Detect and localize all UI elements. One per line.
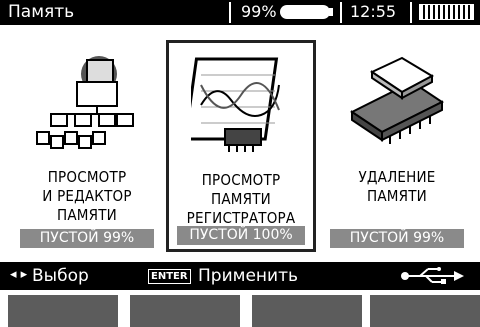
card-view-edit-memory[interactable]: ПРОСМОТР И РЕДАКТОР ПАМЯТИ ПУСТОЙ 99% [12,40,162,252]
status-badge: ПУСТОЙ 99% [330,229,464,248]
memory-tree-icon [36,56,134,149]
enter-key-icon: ENTER [148,269,191,284]
battery-icon [280,5,333,19]
softkey-4[interactable] [370,295,480,327]
screen-title: Память [8,2,75,22]
card-label-line: ПАМЯТИ [57,206,117,224]
card-label-line: ПАМЯТИ [211,190,271,208]
signal-strength-icon [419,4,474,20]
recorder-chart-icon [191,57,280,152]
usb-icon [401,267,464,284]
card-label-line: ПРОСМОТР [47,168,127,186]
softkey-2[interactable] [130,295,240,327]
card-delete-memory[interactable]: УДАЛЕНИЕ ПАМЯТИ ПУСТОЙ 99% [322,40,472,252]
battery-percent: 99% [241,2,277,21]
card-view-recorder-memory[interactable]: ПРОСМОТР ПАМЯТИ РЕГИСТРАТОРА ПУСТОЙ 100% [166,40,316,252]
status-badge: ПУСТОЙ 100% [177,226,305,245]
select-hint-label: Выбор [32,266,89,286]
divider [229,2,231,23]
card-label: ПРОСМОТР И РЕДАКТОР ПАМЯТИ [12,168,162,225]
left-right-arrows-icon: ◂ ▸ [10,267,28,282]
divider [340,2,342,23]
status-bar: Память 99% 12:55 [0,0,480,25]
divider [410,2,412,23]
status-badge: ПУСТОЙ 99% [20,229,154,248]
card-label: ПРОСМОТР ПАМЯТИ РЕГИСТРАТОРА [169,171,313,228]
card-label-line: УДАЛЕНИЕ [358,168,436,186]
card-label: УДАЛЕНИЕ ПАМЯТИ [322,168,472,206]
softkey-3[interactable] [252,295,362,327]
card-label-line: ПРОСМОТР [201,171,281,189]
softkey-1[interactable] [8,295,118,327]
clock: 12:55 [350,2,397,21]
memory-chip-erase-icon [350,56,444,144]
hint-bar: ◂ ▸ Выбор ENTER Применить [0,262,480,290]
apply-hint-label: Применить [198,266,298,286]
card-label-line: И РЕДАКТОР [42,187,132,205]
card-label-line: ПАМЯТИ [367,187,427,205]
